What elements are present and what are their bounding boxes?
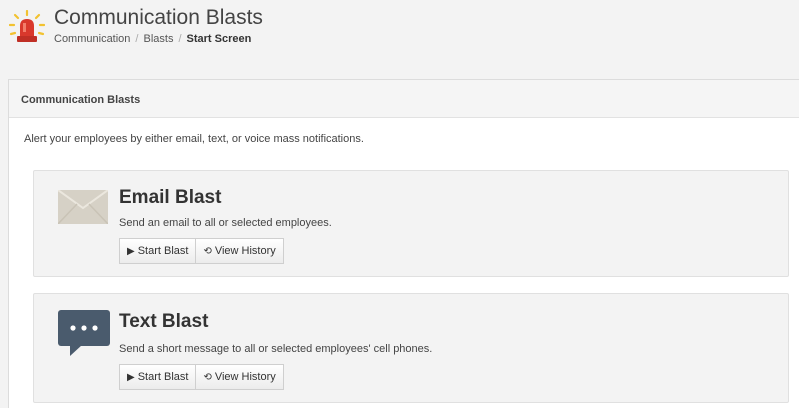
start-blast-label: Start Blast (137, 245, 189, 257)
text-blast-title: Text Blast (119, 311, 209, 332)
start-blast-label: Start Blast (137, 371, 189, 383)
play-icon: ▶ (127, 371, 135, 383)
breadcrumb-communication[interactable]: Communication (54, 33, 130, 45)
text-blast-description: Send a short message to all or selected … (119, 343, 433, 355)
communication-blasts-panel: Communication Blasts Alert your employee… (8, 79, 799, 408)
panel-intro-text: Alert your employees by either email, te… (24, 133, 364, 145)
history-icon: ⟲ (203, 245, 212, 257)
breadcrumb-separator: / (178, 33, 182, 45)
history-icon: ⟲ (203, 371, 212, 383)
email-start-blast-button[interactable]: ▶ Start Blast (119, 238, 197, 264)
chat-bubble-icon (58, 310, 110, 356)
page-header: Communication Blasts Communication / Blast… (0, 0, 799, 78)
play-icon: ▶ (127, 245, 135, 257)
text-view-history-button[interactable]: ⟲ View History (196, 364, 284, 390)
panel-heading: Communication Blasts (9, 80, 799, 118)
email-blast-title: Email Blast (119, 187, 222, 208)
view-history-label: View History (214, 245, 276, 257)
email-blast-actions: ▶ Start Blast ⟲ View History (119, 238, 284, 264)
breadcrumb-blasts[interactable]: Blasts (143, 33, 173, 45)
page-title: Communication Blasts (54, 6, 263, 29)
breadcrumb-separator: / (135, 33, 139, 45)
breadcrumb: Communication / Blasts / Start Screen (54, 33, 251, 45)
text-blast-actions: ▶ Start Blast ⟲ View History (119, 364, 284, 390)
view-history-label: View History (214, 371, 276, 383)
envelope-icon (58, 190, 108, 224)
email-blast-card: Email Blast Send an email to all or sele… (33, 170, 789, 277)
email-blast-description: Send an email to all or selected employe… (119, 217, 332, 229)
breadcrumb-current: Start Screen (186, 33, 252, 45)
alarm-beacon-icon (9, 10, 45, 42)
email-view-history-button[interactable]: ⟲ View History (196, 238, 284, 264)
text-start-blast-button[interactable]: ▶ Start Blast (119, 364, 197, 390)
text-blast-card: Text Blast Send a short message to all o… (33, 293, 789, 403)
